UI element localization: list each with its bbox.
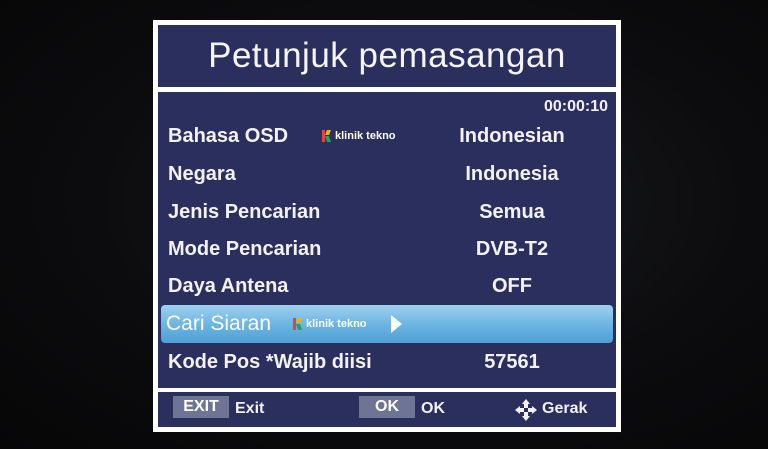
watermark-logo-icon bbox=[322, 130, 332, 142]
exit-key[interactable]: EXIT bbox=[173, 396, 229, 418]
setting-label: Mode Pencarian bbox=[168, 238, 322, 260]
ok-label: OK bbox=[421, 400, 445, 417]
move-arrows-icon bbox=[515, 399, 537, 421]
watermark: klinik tekno bbox=[322, 130, 396, 142]
setting-value: DVB-T2 bbox=[475, 238, 549, 260]
setting-row-channel-search[interactable]: Cari Siaran klinik tekno bbox=[161, 305, 613, 343]
setting-value: OFF bbox=[492, 275, 532, 297]
setting-value: Semua bbox=[479, 201, 545, 223]
setting-value: Indonesia bbox=[465, 163, 559, 185]
dialog-title: Petunjuk pemasangan bbox=[158, 25, 616, 87]
setting-value: 57561 bbox=[484, 351, 540, 373]
setting-row-country[interactable]: Negara Indonesia bbox=[158, 157, 616, 191]
setting-value: Indonesian bbox=[459, 125, 565, 147]
ok-key[interactable]: OK bbox=[359, 396, 415, 418]
setting-row-postal-code[interactable]: Kode Pos *Wajib diisi 57561 bbox=[158, 345, 616, 379]
watermark-text: klinik tekno bbox=[306, 318, 367, 330]
setting-label: Kode Pos *Wajib diisi bbox=[168, 351, 372, 373]
settings-panel: 00:00:10 Bahasa OSD klinik tekno Indones… bbox=[158, 92, 616, 388]
setting-row-search-mode[interactable]: Mode Pencarian DVB-T2 bbox=[158, 232, 616, 266]
watermark-text: klinik tekno bbox=[335, 130, 396, 142]
countdown-timer: 00:00:10 bbox=[543, 98, 608, 115]
setting-label: Cari Siaran bbox=[166, 312, 272, 335]
setting-row-search-type[interactable]: Jenis Pencarian Semua bbox=[158, 195, 616, 229]
exit-label: Exit bbox=[235, 400, 265, 417]
setting-row-osd-language[interactable]: Bahasa OSD klinik tekno Indonesian bbox=[158, 119, 616, 153]
watermark: klinik tekno bbox=[293, 318, 367, 330]
arrow-right-icon[interactable] bbox=[391, 315, 402, 333]
move-label: Gerak bbox=[542, 400, 588, 417]
installation-guide-dialog: Petunjuk pemasangan 00:00:10 Bahasa OSD … bbox=[153, 20, 621, 432]
watermark-logo-icon bbox=[293, 318, 303, 330]
setting-row-antenna-power[interactable]: Daya Antena OFF bbox=[158, 269, 616, 303]
setting-label: Jenis Pencarian bbox=[168, 201, 321, 223]
tv-screen: Petunjuk pemasangan 00:00:10 Bahasa OSD … bbox=[0, 0, 768, 449]
setting-label: Daya Antena bbox=[168, 275, 289, 297]
footer-hints: EXIT Exit OK OK Gerak bbox=[158, 392, 616, 427]
setting-label: Negara bbox=[168, 163, 236, 185]
setting-label: Bahasa OSD bbox=[168, 125, 289, 147]
